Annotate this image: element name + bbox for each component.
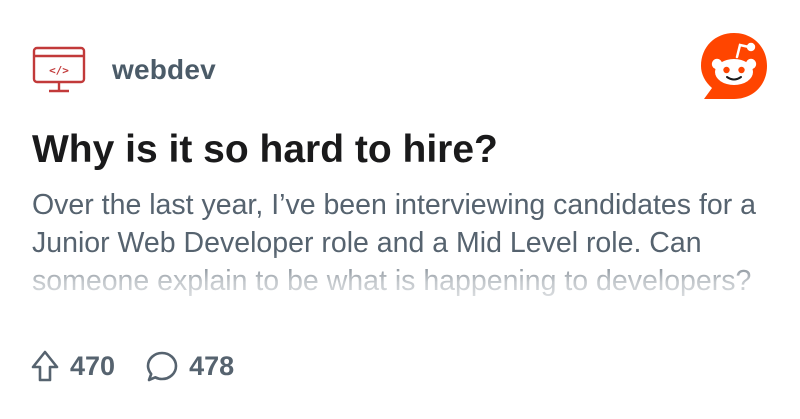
comment-bubble-icon xyxy=(146,351,178,382)
upvote-button[interactable]: 470 xyxy=(30,349,115,383)
post-stats: 470 478 xyxy=(30,344,234,388)
post-header: </> webdev xyxy=(32,42,216,98)
code-monitor-icon[interactable]: </> xyxy=(32,43,86,97)
post-body-container: Over the last year, I’ve been interviewi… xyxy=(32,186,792,324)
post-body: Over the last year, I’ve been interviewi… xyxy=(32,189,756,297)
comment-count: 478 xyxy=(189,350,235,381)
svg-text:</>: </> xyxy=(49,64,69,77)
reddit-logo-icon[interactable] xyxy=(698,30,770,102)
comments-button[interactable]: 478 xyxy=(145,349,234,383)
post-title[interactable]: Why is it so hard to hire? xyxy=(32,124,498,176)
upvote-count: 470 xyxy=(70,350,116,381)
subreddit-name[interactable]: webdev xyxy=(112,54,216,86)
upvote-arrow-icon xyxy=(31,350,59,382)
